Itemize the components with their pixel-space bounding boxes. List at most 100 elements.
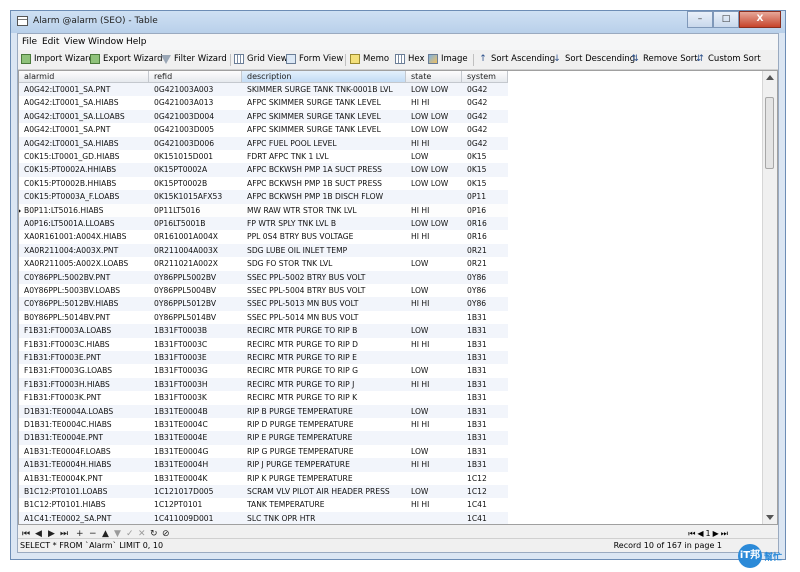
system-cell[interactable]: 0G42 (462, 137, 508, 150)
system-cell[interactable]: 1B31 (462, 324, 508, 337)
refid-cell[interactable]: 0Y86PPL5004BV (149, 284, 242, 297)
description-cell[interactable]: FP WTR SPLY TNK LVL B (242, 217, 406, 230)
alarmid-cell[interactable]: A0G42:LT0001_SA.HIABS (19, 137, 149, 150)
alarmid-cell[interactable]: B0Y86PPL:5014BV.PNT (19, 311, 149, 324)
alarmid-cell[interactable]: A0G42:LT0001_SA.LLOABS (19, 110, 149, 123)
memo-button[interactable]: Memo (350, 54, 389, 64)
custom-sort-button[interactable]: ⇵ Custom Sort (695, 54, 760, 64)
system-cell[interactable]: 0G42 (462, 96, 508, 109)
table-row[interactable]: A0G42:LT0001_SA.PNT 0G421003D005 AFPC SKIM… (19, 123, 508, 136)
description-cell[interactable]: MW RAW WTR STOR TNK LVL (242, 204, 406, 217)
sort-descending-button[interactable]: ↓ Sort Descending (552, 54, 635, 64)
refid-cell[interactable]: 0Y86PPL5012BV (149, 297, 242, 310)
state-cell[interactable] (406, 351, 462, 364)
export-wizard-button[interactable]: Export Wizard (90, 54, 163, 64)
description-cell[interactable]: AFPC BCKWSH PMP 1A SUCT PRESS (242, 163, 406, 176)
system-cell[interactable]: 1B31 (462, 458, 508, 471)
data-grid[interactable]: alarmid refid description state system A… (18, 70, 778, 525)
description-cell[interactable]: SSEC PPL-5013 MN BUS VOLT (242, 297, 406, 310)
table-row[interactable]: A1B31:TE0004H.HIABS 1B31TE0004H RIP J PURG… (19, 458, 508, 472)
description-cell[interactable]: RECIRC MTR PURGE TO RIP J (242, 378, 406, 391)
alarmid-cell[interactable]: A1C41:TE0002_SA.PNT (19, 512, 149, 524)
alarmid-cell[interactable]: A0Y86PPL:5003BV.LOABS (19, 284, 149, 297)
alarmid-cell[interactable]: C0Y86PPL:5012BV.HIABS (19, 297, 149, 310)
refid-cell[interactable]: 1B31TE0004B (149, 405, 242, 418)
alarmid-cell[interactable]: A1B31:TE0004F.LOABS (19, 445, 149, 458)
system-cell[interactable]: 0R21 (462, 244, 508, 257)
alarmid-cell[interactable]: D1B31:TE0004A.LOABS (19, 405, 149, 418)
refid-cell[interactable]: 0K15PT0002A (149, 163, 242, 176)
refid-cell[interactable]: 1B31FT0003G (149, 364, 242, 377)
table-row[interactable]: F1B31:FT0003H.HIABS 1B31FT0003H RECIRC MTR… (19, 377, 508, 392)
system-cell[interactable]: 0G42 (462, 83, 508, 96)
table-row[interactable]: XA0R211005:A002X.LOABS 0R211021A002X SDG F… (19, 257, 508, 270)
refid-cell[interactable]: 0G421003D004 (149, 110, 242, 123)
description-cell[interactable]: SSEC PPL-5014 MN BUS VOLT (242, 311, 406, 324)
maximize-button[interactable]: □ (713, 11, 739, 28)
system-cell[interactable]: 1C41 (462, 498, 508, 511)
column-header-alarmid[interactable]: alarmid (19, 71, 149, 83)
state-cell[interactable]: HI HI (406, 458, 462, 471)
refid-cell[interactable]: 1C12PT0101 (149, 498, 242, 511)
scroll-down-icon[interactable] (766, 515, 774, 520)
menu-help[interactable]: Help (126, 37, 147, 47)
minimize-button[interactable]: – (687, 11, 713, 28)
refid-cell[interactable]: 0R211004A003X (149, 244, 242, 257)
state-cell[interactable]: LOW LOW (406, 217, 462, 230)
menu-window[interactable]: Window (88, 37, 124, 47)
table-row[interactable]: D1B31:TE0004C.HIABS 1B31TE0004C RIP D PURG… (19, 418, 508, 431)
alarmid-cell[interactable]: A0G42:LT0001_SA.HIABS (19, 96, 149, 109)
remove-sort-button[interactable]: ⇅ Remove Sort (630, 54, 697, 64)
table-row[interactable]: C0Y86PPL:5012BV.HIABS 0Y86PPL5012BV SSEC P… (19, 297, 508, 311)
refid-cell[interactable]: 0K151015D001 (149, 150, 242, 163)
system-cell[interactable]: 0G42 (462, 110, 508, 123)
system-cell[interactable]: 1B31 (462, 364, 508, 377)
close-button[interactable]: X (739, 11, 781, 28)
table-row[interactable]: A1B31:TE0004F.LOABS 1B31TE0004G RIP G PURG… (19, 445, 508, 458)
refid-cell[interactable]: 1B31FT0003K (149, 391, 242, 404)
column-header-refid[interactable]: refid (149, 71, 242, 83)
state-cell[interactable]: HI HI (406, 204, 462, 217)
table-row[interactable]: XA0R211004:A003X.PNT 0R211004A003X SDG LUB… (19, 243, 508, 258)
table-row[interactable]: C0K15:PT0003A_F.LOABS 0K15K1015AFX53 AFPC … (19, 190, 508, 204)
state-cell[interactable]: LOW LOW (406, 123, 462, 136)
alarmid-cell[interactable]: C0K15:PT0003A_F.LOABS (19, 190, 149, 203)
table-row[interactable]: A0G42:LT0001_SA.HIABS 0G421003A013 AFPC SK… (19, 96, 508, 109)
table-row[interactable]: A0Y86PPL:5003BV.LOABS 0Y86PPL5004BV SSEC P… (19, 284, 508, 297)
alarmid-cell[interactable]: A1B31:TE0004H.HIABS (19, 458, 149, 471)
state-cell[interactable]: HI HI (406, 96, 462, 109)
column-header-state[interactable]: state (406, 71, 462, 83)
refid-cell[interactable]: 1B31TE0004G (149, 445, 242, 458)
table-row[interactable]: B1C12:PT0101.LOABS 1C121017D005 SCRAM VLV … (19, 485, 508, 499)
alarmid-cell[interactable]: F1B31:FT0003A.LOABS (19, 324, 149, 337)
description-cell[interactable]: RIP B PURGE TEMPERATURE (242, 405, 406, 418)
state-cell[interactable]: LOW (406, 364, 462, 377)
image-button[interactable]: Image (428, 54, 468, 64)
state-cell[interactable]: LOW (406, 150, 462, 163)
state-cell[interactable]: HI HI (406, 378, 462, 391)
menu-file[interactable]: File (22, 37, 37, 47)
refid-cell[interactable]: 1C121017D005 (149, 485, 242, 498)
table-row[interactable]: A0P16:LT5001A.LLOABS 0P16LT5001B FP WTR SP… (19, 217, 508, 231)
description-cell[interactable]: SDG LUBE OIL INLET TEMP (242, 244, 406, 257)
column-header-description[interactable]: description (242, 71, 406, 83)
refid-cell[interactable]: 0R211021A002X (149, 257, 242, 270)
refid-cell[interactable]: 0P11LT5016 (149, 204, 242, 217)
system-cell[interactable]: 1C41 (462, 512, 508, 524)
refid-cell[interactable]: 0G421003A013 (149, 96, 242, 109)
description-cell[interactable]: TANK TEMPERATURE (242, 498, 406, 511)
table-row[interactable]: A0G42:LT0001_SA.LLOABS 0G421003D004 AFPC S… (19, 109, 508, 124)
system-cell[interactable]: 0P16 (462, 204, 508, 217)
state-cell[interactable] (406, 431, 462, 444)
state-cell[interactable] (406, 271, 462, 284)
state-cell[interactable]: LOW (406, 324, 462, 337)
column-header-system[interactable]: system (462, 71, 508, 83)
form-view-button[interactable]: Form View (286, 54, 343, 64)
system-cell[interactable]: 1B31 (462, 431, 508, 444)
refid-cell[interactable]: 1B31FT0003E (149, 351, 242, 364)
system-cell[interactable]: 0K15 (462, 150, 508, 163)
state-cell[interactable] (406, 472, 462, 485)
system-cell[interactable]: 1B31 (462, 338, 508, 351)
alarmid-cell[interactable]: XA0R161001:A004X.HIABS (19, 230, 149, 243)
description-cell[interactable]: FDRT AFPC TNK 1 LVL (242, 150, 406, 163)
